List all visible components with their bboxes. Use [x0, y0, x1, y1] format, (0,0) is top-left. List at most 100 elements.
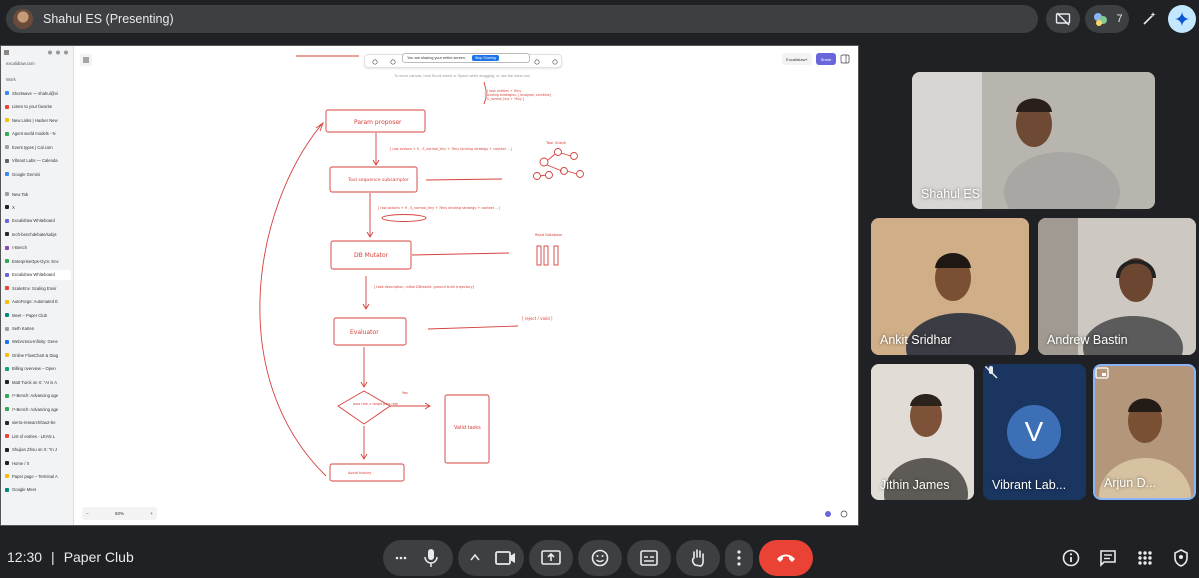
help-icons[interactable]: [824, 510, 852, 518]
hang-up-icon: [777, 554, 795, 562]
tab-title: τ²-Bench: Advancing age: [12, 393, 59, 399]
tab-title: Meet – Paper Club: [12, 312, 47, 318]
browser-tab[interactable]: Matt Turck on X: "AI is A: [5, 377, 71, 387]
tab-favicon-icon: [5, 353, 9, 358]
browser-tab[interactable]: Event types | Cal.com: [5, 142, 71, 152]
meeting-name[interactable]: Paper Club: [64, 549, 134, 565]
browser-tab[interactable]: Shujian Zhou on X: "In J: [5, 445, 71, 455]
tab-favicon-icon: [5, 232, 9, 237]
participant-name: Vibrant Lab...: [992, 478, 1067, 492]
browser-tab[interactable]: Agent world models - N: [5, 129, 71, 139]
browser-tab[interactable]: List of entries - LEAN L: [5, 431, 71, 441]
zoom-level: 50%: [114, 511, 124, 516]
presenter-banner[interactable]: Shahul ES (Presenting): [6, 5, 1038, 33]
edge3-label: [ task description, initial DB/world, gr…: [374, 285, 475, 289]
browser-tab[interactable]: Seth Karten: [5, 324, 71, 334]
excalidraw-canvas[interactable]: You are sharing your entire screen. Stop…: [74, 46, 858, 525]
emoji-icon: [591, 549, 609, 567]
node-tool-label: Tool sequence subsampler: [347, 177, 409, 183]
flow-diagram: Param proposer Tool sequence subsampler …: [259, 55, 584, 482]
tab-favicon-icon: [5, 104, 9, 109]
tab-title: Google Meet: [12, 487, 36, 493]
leave-call-button[interactable]: [759, 540, 813, 576]
browser-tab[interactable]: WebArena-Infinity: Gene: [5, 337, 71, 347]
tab-title: EnterpriseOps-Gym: Env: [12, 258, 59, 264]
browser-tab[interactable]: New Links | Hacker New: [5, 115, 71, 125]
tab-title: τ³-Bench: Advancing age: [12, 406, 59, 412]
participant-name: Arjun D...: [1104, 476, 1157, 490]
browser-tab[interactable]: Online FlowChart & Diag: [5, 350, 71, 360]
zoom-in-icon[interactable]: +: [150, 511, 153, 516]
raise-hand-button[interactable]: [676, 540, 720, 576]
zoom-out-icon[interactable]: −: [86, 511, 89, 516]
browser-tab[interactable]: Paper page – Terminal A: [5, 471, 71, 481]
browser-tab[interactable]: Listen to your favorite: [5, 102, 71, 112]
browser-tab[interactable]: EnterpriseOps-Gym: Env: [5, 256, 71, 266]
note-top-3: S_normal_tiny + ?tiny ]: [487, 97, 524, 101]
tab-title: New Links | Hacker New: [12, 117, 58, 123]
browser-tab[interactable]: Excalidraw Whiteboard: [5, 216, 71, 226]
meeting-details-icon[interactable]: [1062, 549, 1080, 567]
tab-title: Event types | Cal.com: [12, 144, 53, 150]
note-tool-label: Tool Graph: [545, 140, 567, 145]
browser-tab[interactable]: tech-benchdebate/subjs: [5, 229, 71, 239]
tab-group-label: Work: [6, 77, 16, 82]
tab-title: Matt Turck on X: "AI is A: [12, 379, 58, 385]
participant-tile-jithin[interactable]: Jithin James: [871, 364, 974, 500]
tab-title: Shujian Zhou on X: "In J: [12, 447, 58, 453]
captions-button[interactable]: [627, 540, 671, 576]
chat-icon[interactable]: [1099, 549, 1117, 567]
browser-tab[interactable]: τ³-Bench: Advancing age: [5, 404, 71, 414]
more-options-button[interactable]: [725, 540, 753, 576]
gemini-button[interactable]: [1168, 5, 1196, 33]
browser-tab[interactable]: New Tab: [5, 189, 71, 199]
browser-tab[interactable]: sierra-research/tau2-be: [5, 418, 71, 428]
stop-presenting-button[interactable]: [1046, 5, 1080, 33]
tab-title: Google Gemini: [12, 171, 40, 177]
browser-tab[interactable]: Excalidraw Whiteboard: [5, 269, 71, 280]
separator: |: [51, 549, 55, 565]
meeting-info: 12:30 | Paper Club: [7, 549, 134, 565]
browser-tab[interactable]: X: [5, 202, 71, 212]
browser-tab[interactable]: Google Gemini: [5, 169, 71, 179]
browser-tab[interactable]: ScaleEnv: Scaling Envir: [5, 283, 71, 293]
tab-favicon-icon: [5, 131, 9, 136]
camera-controls[interactable]: [458, 540, 524, 576]
browser-vertical-tabs: excalidraw.com Work Shortwave — shahul@v…: [1, 46, 74, 525]
camera-group[interactable]: [458, 540, 524, 576]
browser-tab[interactable]: Shortwave — shahul@vi: [5, 88, 71, 98]
zoom-controls[interactable]: − 50% +: [82, 507, 157, 520]
host-controls-icon[interactable]: [1172, 549, 1190, 567]
reactions-button[interactable]: [578, 540, 622, 576]
more-mic-group[interactable]: [383, 540, 453, 576]
window-controls-icon: [4, 50, 68, 55]
activities-grid-icon[interactable]: [1136, 549, 1154, 567]
participant-tile-ankit[interactable]: Ankit Sridhar: [871, 218, 1029, 355]
browser-tab[interactable]: τ-Bench: [5, 243, 71, 253]
captions-icon: [640, 550, 658, 566]
tab-title: Excalidraw Whiteboard: [12, 272, 55, 278]
browser-tab[interactable]: Vibrant Labs — Calenda: [5, 156, 71, 166]
tab-favicon-icon: [5, 420, 9, 425]
tab-favicon-icon: [5, 299, 9, 304]
participant-tile-shahul[interactable]: Shahul ES: [912, 72, 1155, 209]
node-diamond: [337, 390, 391, 425]
present-button[interactable]: [529, 540, 573, 576]
picture-in-picture-icon[interactable]: [1095, 366, 1109, 380]
participant-tile-vibrant[interactable]: V Vibrant Lab...: [983, 364, 1086, 500]
people-button[interactable]: 7: [1085, 5, 1129, 33]
participants-avatars-icon: [1094, 13, 1108, 26]
browser-tab[interactable]: τ²-Bench: Advancing age: [5, 391, 71, 401]
browser-tab[interactable]: Billing overview – Open: [5, 364, 71, 374]
browser-tab[interactable]: Home / X: [5, 458, 71, 468]
participant-tile-andrew[interactable]: Andrew Bastin: [1038, 218, 1196, 355]
tab-title: Agent world models - N: [12, 131, 56, 136]
mic-controls[interactable]: [383, 540, 453, 576]
browser-tab[interactable]: Meet – Paper Club: [5, 310, 71, 320]
participant-tile-arjun[interactable]: Arjun D...: [1093, 364, 1196, 500]
browser-tab[interactable]: AutoForge: Automated E: [5, 297, 71, 307]
browser-url: excalidraw.com: [6, 61, 35, 66]
effects-button[interactable]: [1135, 5, 1163, 33]
browser-tab[interactable]: Google Meet: [5, 485, 71, 495]
tab-favicon-icon: [5, 339, 9, 344]
